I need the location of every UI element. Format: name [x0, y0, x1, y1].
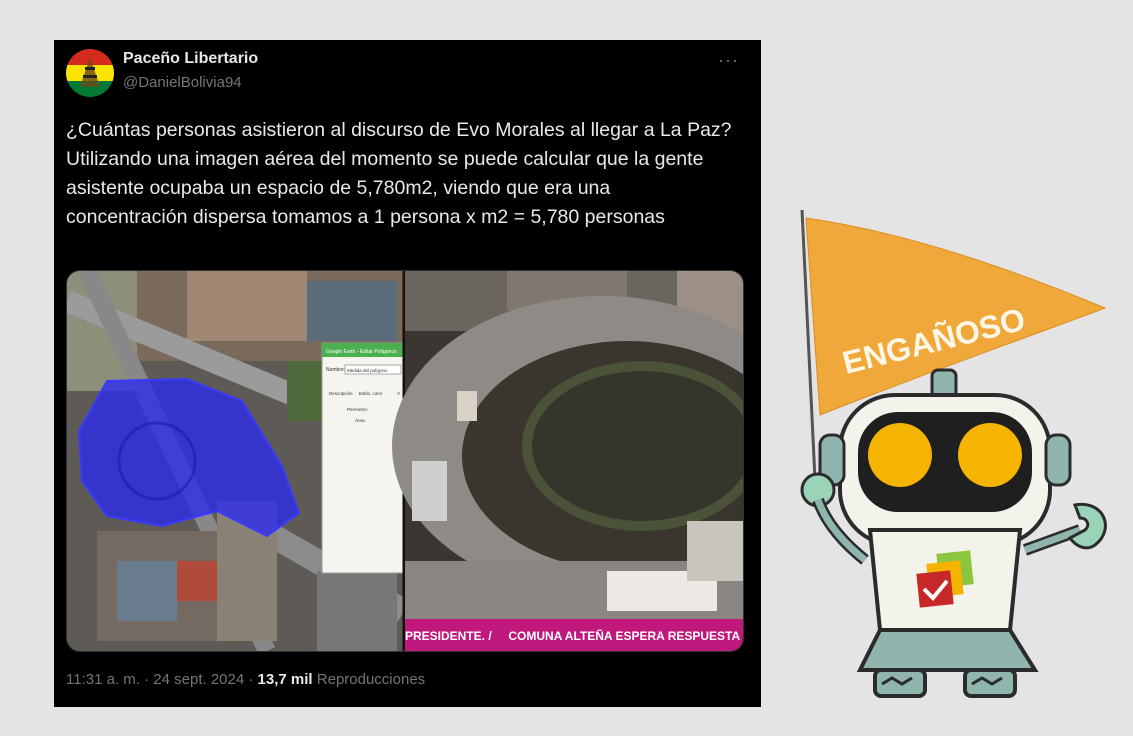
robot-left-eye [868, 423, 932, 487]
fact-check-mascot: ENGAÑOSO [770, 200, 1120, 710]
meta-separator: · [248, 671, 254, 688]
gearth-area: Área: [355, 417, 366, 423]
tv-ticker-text: PRESIDENTE. / COMUNA ALTEÑA ESPERA RESPU… [405, 628, 740, 643]
user-handle[interactable]: @DanielBolivia94 [123, 74, 242, 91]
views-label: Reproducciones [316, 671, 426, 688]
robot-right-eye [958, 423, 1022, 487]
tweet-text-line-2: Utilizando una imagen aérea del momento … [66, 148, 704, 228]
gearth-name-value: Medida del polígono [347, 368, 388, 373]
gearth-perimeter: Perímetro: [347, 407, 368, 412]
gearth-col-style: Estilo, color [359, 391, 383, 396]
tweet-meta: 11:31 a. m. · 24 sept. 2024 · 13,7 mil R… [66, 671, 425, 688]
tweet-text-line-1: ¿Cuántas personas asistieron al discurso… [66, 119, 732, 141]
google-earth-dialog: Google Earth - Editar Polígonos Nombre: … [321, 342, 405, 574]
meta-separator: · [144, 671, 150, 688]
avatar[interactable] [66, 49, 114, 97]
tweet-card: Paceño Libertario @DanielBolivia94 ··· ¿… [54, 40, 761, 707]
views-count: 13,7 mil [257, 671, 313, 688]
tweet-text: ¿Cuántas personas asistieron al discurso… [66, 116, 736, 232]
display-name[interactable]: Paceño Libertario [123, 50, 258, 68]
gearth-name-label: Nombre: [326, 367, 345, 373]
tweet-date[interactable]: 24 sept. 2024 [153, 671, 244, 688]
check-badge-icon [916, 570, 954, 608]
tweet-media[interactable]: Google Earth - Editar Polígonos Nombre: … [66, 270, 744, 652]
gearth-title: Google Earth - Editar Polígonos [326, 349, 397, 355]
tweet-time[interactable]: 11:31 a. m. [66, 671, 140, 688]
satellite-map-image: Google Earth - Editar Polígonos Nombre: … [67, 271, 410, 651]
more-options-icon[interactable]: ··· [718, 50, 739, 71]
aerial-crowd-image: PRESIDENTE. / COMUNA ALTEÑA ESPERA RESPU… [392, 271, 743, 651]
gearth-col-description: Descripción [329, 391, 353, 396]
gearth-col-v: V [397, 391, 400, 396]
